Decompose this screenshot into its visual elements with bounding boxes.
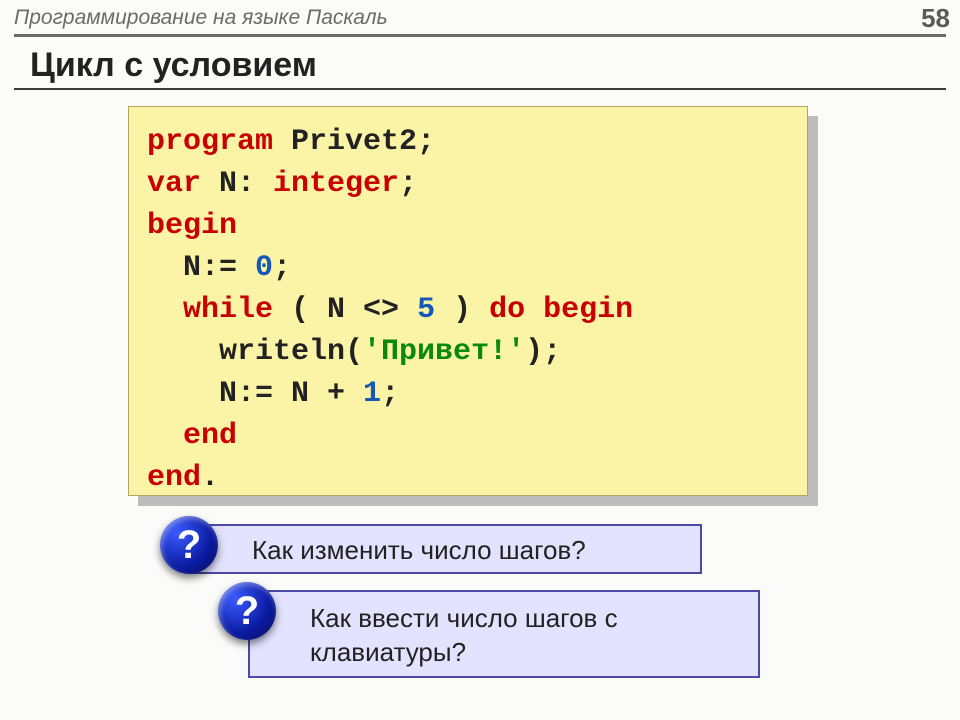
num-literal: 5 <box>417 293 435 327</box>
question-mark-glyph: ? <box>235 589 259 634</box>
code-text <box>147 293 183 327</box>
question-mark-glyph: ? <box>177 523 201 568</box>
page-number: 58 <box>921 3 950 34</box>
code-block: program Privet2; var N: integer; begin N… <box>128 106 808 496</box>
code-text: Privet2; <box>273 125 435 159</box>
code-text: ; <box>381 377 399 411</box>
question-mark-icon: ? <box>218 582 276 640</box>
question-2-text: Как ввести число шагов с клавиатуры? <box>310 603 618 667</box>
code-text: . <box>201 461 219 495</box>
course-title: Программирование на языке Паскаль <box>14 6 388 30</box>
question-box-1: Как изменить число шагов? <box>190 524 702 574</box>
question-1-text: Как изменить число шагов? <box>252 535 586 565</box>
kw-do-begin: do begin <box>489 293 633 327</box>
question-box-2: Как ввести число шагов с клавиатуры? <box>248 590 760 678</box>
code-text: ; <box>399 167 417 201</box>
slide-title: Цикл с условием <box>30 46 317 85</box>
num-literal: 0 <box>255 251 273 285</box>
code-text: N:= N + <box>147 377 363 411</box>
question-mark-icon: ? <box>160 516 218 574</box>
kw-while: while <box>183 293 273 327</box>
code-text: writeln( <box>147 335 363 369</box>
kw-var: var <box>147 167 201 201</box>
kw-end: end <box>147 461 201 495</box>
kw-integer: integer <box>273 167 399 201</box>
code-text: ( N <> <box>273 293 417 327</box>
code-text: ); <box>525 335 561 369</box>
slide: Программирование на языке Паскаль 58 Цик… <box>0 0 960 720</box>
divider-title <box>14 88 946 90</box>
kw-program: program <box>147 125 273 159</box>
kw-begin: begin <box>147 209 237 243</box>
code-text: ) <box>435 293 489 327</box>
code-text: N: <box>201 167 273 201</box>
num-literal: 1 <box>363 377 381 411</box>
kw-end: end <box>147 419 237 453</box>
code-text: ; <box>273 251 291 285</box>
header-bar: Программирование на языке Паскаль 58 <box>0 0 960 34</box>
code-text: N:= <box>147 251 255 285</box>
str-literal: 'Привет!' <box>363 335 525 369</box>
divider-top <box>14 34 946 37</box>
